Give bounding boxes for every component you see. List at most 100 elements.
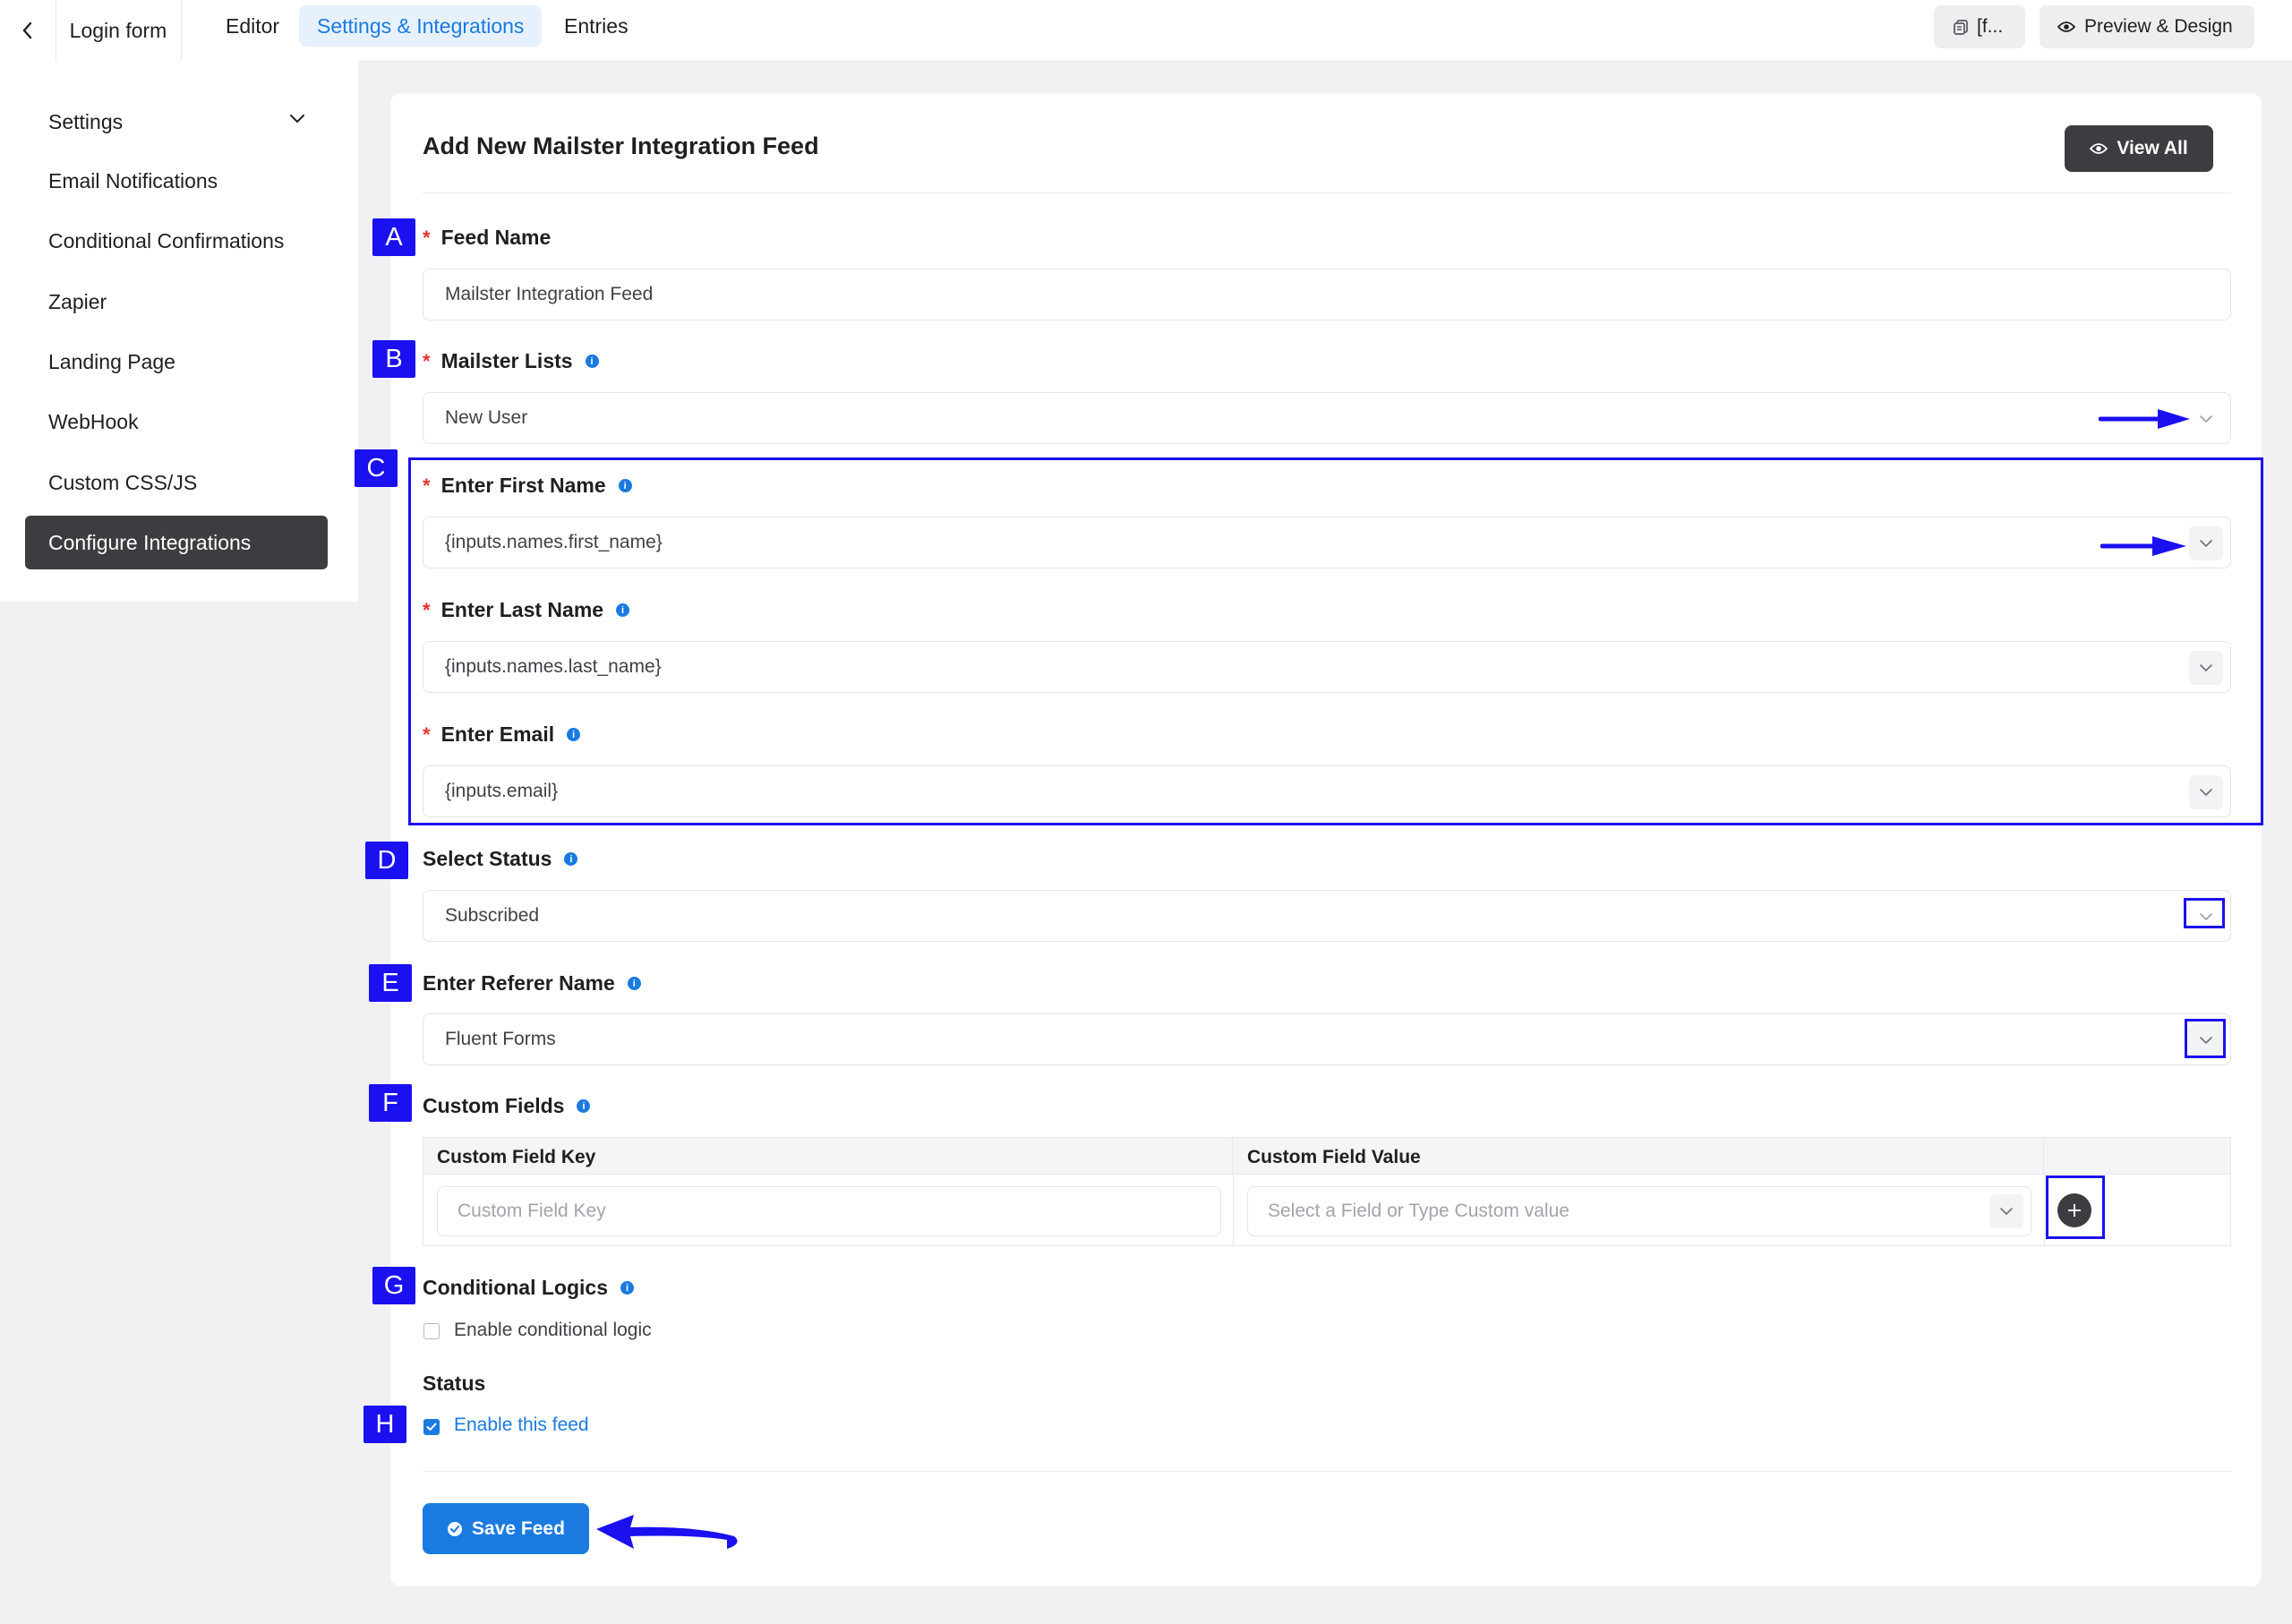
divider	[2043, 1137, 2044, 1175]
mailster-lists-select[interactable]: New User	[423, 392, 2231, 444]
status-label-text: Status	[423, 1372, 486, 1395]
first-name-dropdown-toggle[interactable]	[2189, 526, 2223, 560]
sidebar-item-conditional-confirmations[interactable]: Conditional Confirmations	[25, 214, 328, 268]
info-icon: i	[564, 852, 578, 866]
top-bar: Login form Editor Settings & Integration…	[0, 0, 2292, 62]
email-dropdown-toggle[interactable]	[2189, 775, 2223, 809]
mailster-lists-dropdown-toggle[interactable]	[2189, 402, 2223, 436]
status-label: Status	[423, 1372, 485, 1396]
last-name-label: * Enter Last Name i	[423, 598, 630, 622]
annotation-badge-g: G	[372, 1267, 415, 1304]
custom-field-key-input[interactable]: Custom Field Key	[437, 1186, 1221, 1236]
sidebar-item-zapier[interactable]: Zapier	[25, 275, 328, 329]
annotation-badge-e: E	[369, 964, 412, 1002]
referer-name-select[interactable]: Fluent Forms	[423, 1013, 2231, 1065]
first-name-select[interactable]: {inputs.names.first_name}	[423, 517, 2231, 568]
view-all-button[interactable]: View All	[2065, 125, 2213, 172]
custom-field-value-header: Custom Field Value	[1247, 1147, 1421, 1167]
email-select[interactable]: {inputs.email}	[423, 765, 2231, 817]
chevron-down-icon	[290, 115, 304, 123]
select-status-select[interactable]: Subscribed	[423, 890, 2231, 942]
mailster-lists-label: * Mailster Lists i	[423, 349, 599, 373]
last-name-value: {inputs.names.last_name}	[445, 656, 662, 677]
annotation-badge-d: D	[365, 842, 408, 879]
info-icon: i	[627, 977, 641, 990]
annotation-arrow-left-icon	[596, 1515, 738, 1549]
last-name-dropdown-toggle[interactable]	[2189, 651, 2223, 685]
save-feed-button[interactable]: Save Feed	[423, 1503, 589, 1554]
required-asterisk: *	[423, 598, 431, 621]
custom-field-key-header: Custom Field Key	[437, 1147, 596, 1167]
divider	[1232, 1137, 1233, 1175]
custom-fields-table-header: Custom Field Key Custom Field Value	[423, 1137, 2231, 1175]
info-icon: i	[620, 1281, 634, 1295]
sidebar: Settings Email Notifications Conditional…	[0, 61, 358, 602]
annotation-badge-f: F	[369, 1084, 412, 1122]
divider	[2044, 1175, 2045, 1246]
feed-name-input[interactable]: Mailster Integration Feed	[423, 269, 2231, 321]
check-circle-icon	[448, 1521, 463, 1536]
chevron-down-icon	[2000, 1208, 2013, 1216]
annotation-outline-add-button	[2046, 1175, 2105, 1239]
info-icon: i	[585, 355, 599, 368]
divider	[423, 192, 2231, 193]
custom-fields-label: Custom Fields i	[423, 1094, 591, 1118]
enable-conditional-logic-checkbox[interactable]	[423, 1323, 440, 1339]
enable-feed-checkbox[interactable]	[423, 1419, 440, 1435]
info-icon: i	[567, 728, 581, 741]
sidebar-item-email-notifications[interactable]: Email Notifications	[25, 154, 328, 208]
referer-name-value: Fluent Forms	[445, 1029, 556, 1049]
annotation-outline-status-toggle	[2184, 898, 2225, 928]
select-status-label-text: Select Status	[423, 847, 552, 870]
custom-field-value-select[interactable]: Select a Field or Type Custom value	[1247, 1186, 2031, 1236]
check-icon	[426, 1423, 437, 1431]
last-name-label-text: Enter Last Name	[440, 598, 604, 621]
tab-editor[interactable]: Editor	[208, 5, 297, 47]
save-feed-label: Save Feed	[472, 1517, 565, 1539]
enable-feed-label: Enable this feed	[454, 1415, 589, 1435]
email-label: * Enter Email i	[423, 722, 581, 747]
required-asterisk: *	[423, 226, 431, 249]
view-all-label: View All	[2117, 138, 2188, 158]
form-title: Login form	[56, 0, 182, 61]
conditional-logics-label: Conditional Logics i	[423, 1276, 634, 1300]
chevron-down-icon	[2200, 415, 2212, 423]
conditional-logics-label-text: Conditional Logics	[423, 1276, 608, 1299]
chevron-down-icon	[2200, 789, 2212, 797]
annotation-outline-referer-toggle	[2185, 1019, 2226, 1058]
required-asterisk: *	[423, 349, 431, 372]
page-title: Add New Mailster Integration Feed	[423, 132, 819, 159]
back-button[interactable]	[0, 0, 56, 61]
chevron-down-icon	[2200, 664, 2212, 672]
last-name-select[interactable]: {inputs.names.last_name}	[423, 641, 2231, 693]
shortcode-label: [f...	[1977, 16, 2004, 37]
first-name-value: {inputs.names.first_name}	[445, 532, 663, 552]
tab-entries[interactable]: Entries	[546, 5, 646, 47]
divider	[423, 1471, 2231, 1472]
annotation-arrow-right-icon	[2099, 409, 2190, 429]
copy-icon	[1954, 20, 1968, 35]
sidebar-item-configure-integrations[interactable]: Configure Integrations	[25, 516, 328, 569]
chevron-left-icon	[22, 21, 32, 39]
enable-conditional-logic-label: Enable conditional logic	[454, 1320, 652, 1340]
info-icon: i	[577, 1099, 591, 1113]
preview-design-button[interactable]: Preview & Design	[2040, 5, 2254, 48]
custom-field-value-dropdown-toggle[interactable]	[1989, 1194, 2023, 1228]
required-asterisk: *	[423, 474, 431, 497]
eye-icon	[2090, 143, 2108, 154]
annotation-badge-h: H	[363, 1406, 406, 1443]
preview-design-label: Preview & Design	[2084, 16, 2233, 37]
email-label-text: Enter Email	[440, 722, 555, 746]
sidebar-item-custom-css-js[interactable]: Custom CSS/JS	[25, 456, 328, 509]
sidebar-item-webhook[interactable]: WebHook	[25, 395, 328, 449]
sidebar-item-landing-page[interactable]: Landing Page	[25, 335, 328, 389]
divider	[1233, 1175, 1234, 1246]
select-status-label: Select Status i	[423, 847, 578, 871]
shortcode-button[interactable]: [f...	[1934, 5, 2025, 48]
referer-name-label: Enter Referer Name i	[423, 971, 641, 996]
sidebar-item-settings[interactable]: Settings	[25, 95, 328, 149]
info-icon: i	[618, 479, 632, 492]
required-asterisk: *	[423, 722, 431, 746]
feed-name-label-text: Feed Name	[440, 226, 552, 249]
tab-settings-integrations[interactable]: Settings & Integrations	[299, 5, 543, 47]
